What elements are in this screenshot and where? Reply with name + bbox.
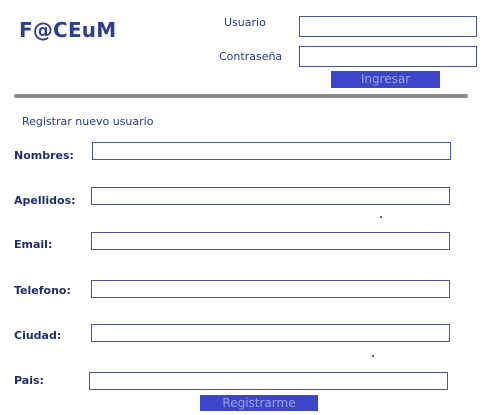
nombres-input[interactable] — [92, 142, 451, 160]
ciudad-label: Ciudad: — [14, 329, 62, 342]
stray-dot — [372, 355, 374, 357]
ciudad-input[interactable] — [91, 324, 450, 342]
stray-dot — [380, 216, 382, 218]
logo-text: F@CEuM — [19, 18, 117, 42]
password-label: Contraseña — [219, 50, 283, 63]
login-button[interactable]: Ingresar — [331, 71, 440, 88]
telefono-input[interactable] — [91, 280, 450, 298]
section-divider — [14, 94, 468, 98]
register-title: Registrar nuevo usuario — [22, 115, 154, 128]
register-button[interactable]: Registrarme — [200, 395, 318, 411]
telefono-label: Telefono: — [14, 284, 71, 297]
password-input[interactable] — [299, 46, 477, 67]
pais-label: Pais: — [14, 374, 44, 387]
pais-input[interactable] — [89, 372, 448, 390]
email-label: Email: — [14, 238, 53, 251]
apellidos-label: Apellidos: — [14, 194, 76, 207]
nombres-label: Nombres: — [14, 149, 74, 162]
username-label: Usuario — [224, 16, 266, 29]
apellidos-input[interactable] — [91, 187, 450, 205]
username-input[interactable] — [299, 16, 477, 37]
email-input[interactable] — [91, 232, 450, 250]
